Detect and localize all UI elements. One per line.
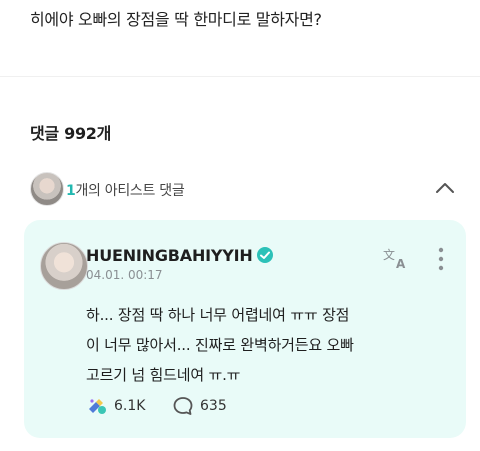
reply-count: 635 (200, 398, 227, 414)
artist-avatar-small (30, 172, 64, 206)
translate-icon[interactable]: 文 A (382, 246, 410, 270)
comment-bubble-icon (173, 397, 193, 415)
reply-button[interactable]: 635 (172, 394, 227, 418)
artist-comment-card: HUENINGBAHIYYIH 04.01. 00:17 文 A 하... 장점… (24, 220, 466, 438)
avatar[interactable] (40, 242, 88, 290)
like-count: 6.1K (114, 398, 146, 414)
more-vertical-icon[interactable] (436, 246, 446, 272)
svg-text:A: A (396, 257, 406, 270)
artist-comments-toggle[interactable]: 1개의 아티스트 댓글 (30, 172, 460, 208)
comment-body: 하... 장점 딱 하나 너무 어렵네여 ㅠㅠ 장점 이 너무 많아서... 진… (86, 306, 354, 384)
section-divider (0, 76, 480, 77)
comment-author[interactable]: HUENINGBAHIYYIH (86, 246, 253, 265)
svg-text:文: 文 (383, 247, 395, 262)
chevron-up-icon[interactable] (434, 178, 456, 198)
comment-timestamp: 04.01. 00:17 (86, 268, 163, 282)
like-button[interactable]: 6.1K (86, 394, 145, 418)
artist-comment-summary: 1개의 아티스트 댓글 (66, 180, 185, 200)
post-question: 히에야 오빠의 장점을 딱 한마디로 말하자면? (30, 10, 322, 29)
comment-count: 댓글 992개 (30, 124, 112, 143)
artist-comment-label: 개의 아티스트 댓글 (75, 183, 185, 199)
cheer-like-icon (89, 399, 106, 414)
verified-badge-icon (257, 247, 273, 263)
